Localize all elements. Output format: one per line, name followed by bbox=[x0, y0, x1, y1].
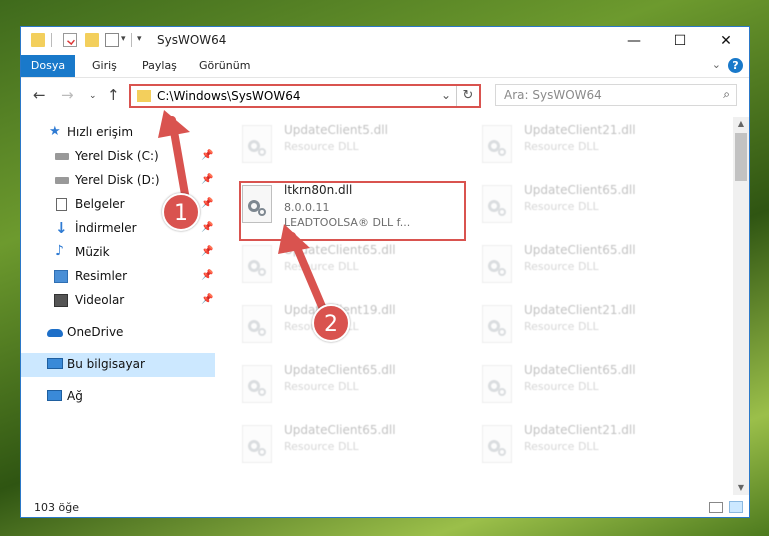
arrow-1-head bbox=[158, 110, 190, 138]
step-badge-2: 2 bbox=[312, 304, 350, 342]
arrow-2-head bbox=[278, 224, 310, 254]
annotation-arrows bbox=[158, 110, 330, 320]
step-badge-1: 1 bbox=[162, 193, 200, 231]
